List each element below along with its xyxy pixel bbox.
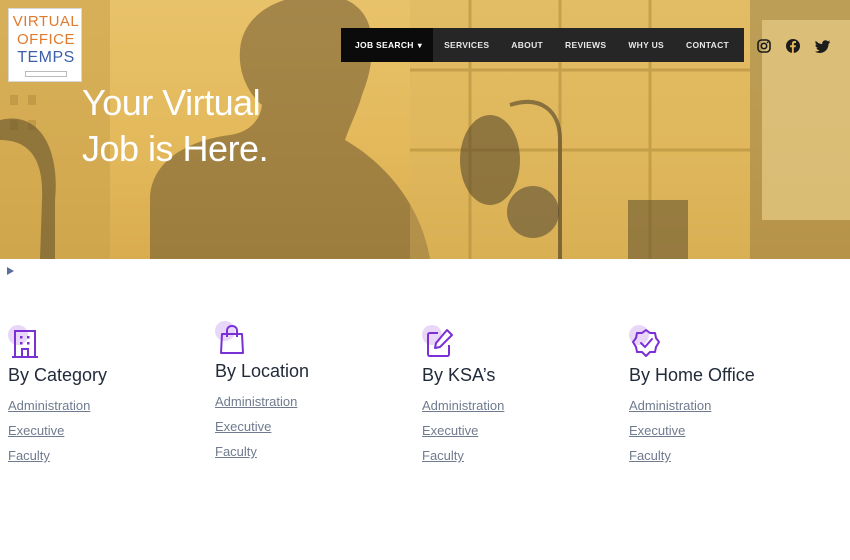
nav-item-label: REVIEWS [565, 40, 607, 50]
nav-item-label: CONTACT [686, 40, 730, 50]
category-link-faculty[interactable]: Faculty [215, 443, 415, 460]
nav-item-services[interactable]: SERVICES [433, 28, 500, 62]
building-icon [12, 330, 38, 358]
edit-icon [427, 329, 453, 357]
nav-item-contact[interactable]: CONTACT [675, 28, 740, 62]
category-icon-wrap [422, 325, 456, 359]
chevron-down-icon: ▾ [417, 40, 423, 50]
nav-item-job-search[interactable]: JOB SEARCH ▾ [341, 28, 434, 62]
category-link-administration[interactable]: Administration [8, 397, 208, 414]
twitter-icon[interactable] [815, 38, 831, 54]
hero-headline: Your Virtual Job is Here. [82, 80, 269, 172]
facebook-icon[interactable] [785, 38, 801, 54]
category-icon-wrap [8, 325, 42, 359]
nav-item-label: ABOUT [511, 40, 544, 50]
category-column-by-location: By Location Administration Executive Fac… [215, 321, 415, 460]
category-heading: By Home Office [629, 365, 755, 385]
category-link-administration[interactable]: Administration [422, 397, 622, 414]
nav-item-label: SERVICES [444, 40, 490, 50]
category-heading: By Category [8, 365, 108, 385]
verified-badge-icon [632, 329, 660, 357]
category-link-faculty[interactable]: Faculty [8, 447, 208, 464]
play-icon[interactable] [7, 267, 14, 275]
shopping-bag-icon [220, 324, 244, 354]
category-column-by-category: By Category Administration Executive Fac… [8, 325, 208, 464]
category-heading: By Location [215, 361, 310, 381]
nav-item-reviews[interactable]: REVIEWS [554, 28, 617, 62]
nav-item-label: WHY US [628, 40, 664, 50]
category-link-executive[interactable]: Executive [629, 422, 829, 439]
category-link-executive[interactable]: Executive [8, 422, 208, 439]
logo-line-1: VIRTUAL [12, 13, 80, 30]
nav-item-why-us[interactable]: WHY US [617, 28, 675, 62]
category-heading: By KSA’s [422, 365, 496, 385]
category-link-administration[interactable]: Administration [629, 397, 829, 414]
category-link-administration[interactable]: Administration [215, 393, 415, 410]
category-link-faculty[interactable]: Faculty [629, 447, 829, 464]
category-link-faculty[interactable]: Faculty [422, 447, 622, 464]
category-link-executive[interactable]: Executive [215, 418, 415, 435]
nav-item-label: JOB SEARCH [355, 40, 414, 50]
logo-tagline-box [25, 71, 67, 77]
site-logo[interactable]: VIRTUAL OFFICE TEMPS [8, 8, 82, 82]
category-column-by-home-office: By Home Office Administration Executive … [629, 325, 829, 464]
hero-banner: VIRTUAL OFFICE TEMPS JOB SEARCH ▾ SERVIC… [0, 0, 850, 259]
hero-headline-line-1: Your Virtual [82, 82, 261, 123]
logo-line-3: TEMPS [17, 49, 75, 66]
category-column-by-ksa: By KSA’s Administration Executive Facult… [422, 325, 622, 464]
category-icon-wrap [215, 321, 249, 355]
nav-item-about[interactable]: ABOUT [500, 28, 554, 62]
category-link-executive[interactable]: Executive [422, 422, 622, 439]
category-icon-wrap [629, 325, 663, 359]
hero-headline-line-2: Job is Here. [82, 128, 269, 169]
instagram-icon[interactable] [756, 38, 772, 54]
logo-line-2: OFFICE [17, 31, 75, 48]
main-navigation: JOB SEARCH ▾ SERVICES ABOUT REVIEWS WHY … [341, 28, 744, 62]
